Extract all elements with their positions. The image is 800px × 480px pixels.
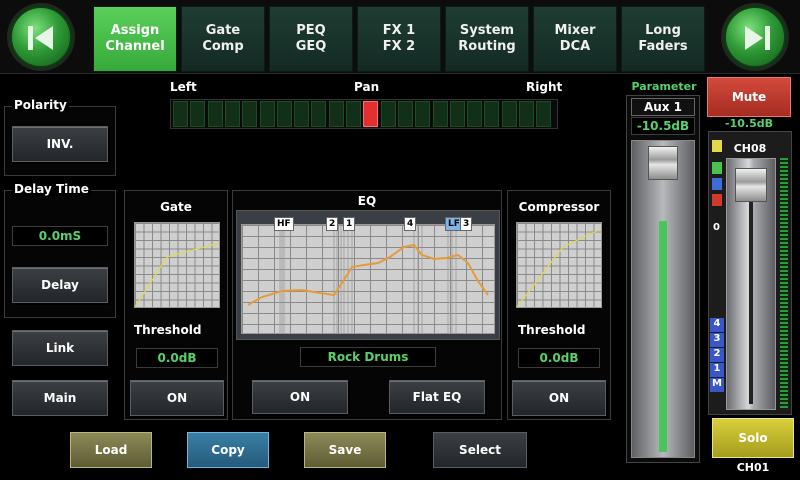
eq-graph[interactable] (241, 224, 495, 334)
copy-button[interactable]: Copy (187, 432, 269, 468)
next-page-button[interactable] (724, 6, 786, 68)
channel-zero-mark: 0 (713, 222, 720, 233)
eq-preset-name[interactable]: Rock Drums (300, 347, 436, 367)
eq-marker-hf[interactable]: HF (274, 217, 294, 231)
pan-segment (276, 101, 292, 127)
link-button[interactable]: Link (12, 330, 108, 366)
delay-title: Delay Time (12, 182, 91, 196)
channel-scale-mark: M (710, 378, 724, 392)
solo-button[interactable]: Solo (712, 418, 794, 458)
select-button[interactable]: Select (433, 432, 527, 468)
pan-segment (346, 101, 361, 127)
eq-title: EQ (357, 194, 377, 208)
gate-threshold-label: Threshold (134, 323, 202, 337)
tab-peq-geq[interactable]: PEQ GEQ (269, 6, 353, 72)
tab-mixer-dca[interactable]: Mixer DCA (533, 6, 617, 72)
pan-segment (467, 101, 483, 127)
eq-marker-3[interactable]: 3 (460, 217, 473, 231)
previous-page-button[interactable] (10, 6, 72, 68)
channel-scale-mark: 1 (710, 363, 724, 377)
eq-on-button[interactable]: ON (252, 380, 348, 414)
channel-color-chip-red (712, 194, 722, 206)
pan-segment (259, 101, 275, 127)
mute-button[interactable]: Mute (707, 77, 791, 117)
delay-value: 0.0mS (12, 226, 108, 246)
pan-segment (311, 101, 327, 127)
parameter-fader-knob[interactable] (648, 146, 678, 180)
pan-segment (519, 101, 534, 127)
pan-segment (242, 101, 258, 127)
pan-segment (501, 101, 517, 127)
invert-polarity-button[interactable]: INV. (12, 126, 108, 162)
tab-gate-comp[interactable]: Gate Comp (181, 6, 265, 72)
compressor-on-button[interactable]: ON (512, 380, 606, 416)
pan-label: Pan (354, 80, 380, 94)
channel-fader-knob[interactable] (735, 168, 767, 202)
parameter-bus[interactable]: Aux 1 (631, 98, 695, 116)
channel-color-chip-yellow (712, 140, 722, 152)
compressor-title: Compressor (518, 200, 600, 214)
eq-curve (247, 225, 489, 333)
pan-segment (173, 101, 188, 127)
polarity-title: Polarity (12, 98, 69, 112)
compressor-threshold-value: 0.0dB (518, 348, 600, 368)
channel-level-meter (780, 158, 788, 408)
gate-curve (135, 242, 219, 307)
channel-level-value: -10.5dB (725, 117, 773, 130)
pan-segment (484, 101, 500, 127)
pan-segment (294, 101, 310, 127)
parameter-value: -10.5dB (631, 117, 695, 135)
parameter-level-bar (659, 220, 667, 452)
flat-eq-button[interactable]: Flat EQ (389, 380, 485, 414)
compressor-threshold-label: Threshold (518, 323, 586, 337)
parameter-title: Parameter (631, 80, 697, 93)
channel-color-chip-green (712, 162, 722, 174)
pan-segment (397, 101, 413, 127)
eq-marker-2[interactable]: 2 (326, 217, 339, 231)
fast-forward-icon (745, 26, 770, 50)
save-button[interactable]: Save (304, 432, 386, 468)
compressor-curve (517, 228, 601, 307)
tab-fx-1-fx-2[interactable]: FX 1 FX 2 (357, 6, 441, 72)
main-button[interactable]: Main (12, 380, 108, 416)
tab-assign-channel[interactable]: Assign Channel (93, 6, 177, 72)
pan-segment (415, 101, 431, 127)
pan-segment (536, 101, 552, 127)
pan-segment (449, 101, 465, 127)
pan-segment (190, 101, 206, 127)
channel-footer-label: CH01 (736, 461, 770, 474)
pan-right-label: Right (526, 80, 563, 94)
gate-threshold-value: 0.0dB (136, 348, 218, 368)
rewind-icon (28, 26, 53, 50)
channel-fader-slot (749, 200, 753, 404)
pan-segment (380, 101, 396, 127)
pan-left-label: Left (170, 80, 197, 94)
channel-scale-mark: 3 (710, 333, 724, 347)
compressor-graph[interactable] (516, 222, 602, 308)
pan-segment (328, 101, 344, 127)
channel-color-chip-blue (712, 178, 722, 190)
tab-system-routing[interactable]: System Routing (445, 6, 529, 72)
gate-on-button[interactable]: ON (130, 380, 224, 416)
eq-marker-1[interactable]: 1 (343, 217, 356, 231)
pan-segment (363, 101, 379, 127)
channel-scale-mark: 2 (710, 348, 724, 362)
gate-title: Gate (160, 200, 192, 214)
pan-segment (207, 101, 223, 127)
delay-button[interactable]: Delay (12, 267, 108, 303)
pan-segment (224, 101, 240, 127)
pan-segment (432, 101, 448, 127)
eq-marker-4[interactable]: 4 (404, 217, 417, 231)
gate-graph[interactable] (134, 222, 220, 308)
load-button[interactable]: Load (70, 432, 152, 468)
channel-scale-mark: 4 (710, 318, 724, 332)
tab-long-faders[interactable]: Long Faders (621, 6, 705, 72)
